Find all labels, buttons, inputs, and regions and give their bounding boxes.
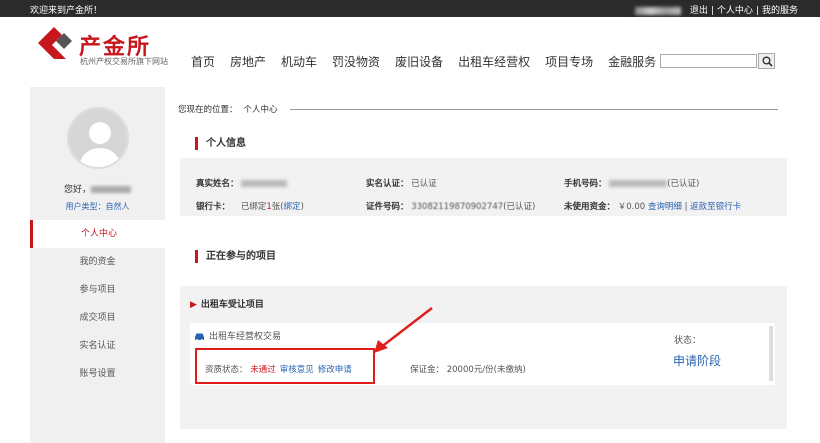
annotation-arrow-icon [374,307,433,353]
sidebar-item-account-settings[interactable]: 账号设置 [30,360,165,388]
id-status: (已认证) [503,202,536,212]
breadcrumb-label: 您现在的位置： [178,105,238,115]
search-button[interactable] [758,53,775,69]
nav-item-special[interactable]: 项目专场 [545,53,593,70]
project-status-label: 状态： [674,336,702,346]
bankcard-prefix: 已绑定 [240,202,267,212]
project-name[interactable]: 出租车经营权交易 [209,332,281,342]
bankcard-label: 银行卡： [196,202,231,212]
funds-label: 未使用资金： [564,202,616,212]
highlight-box [195,348,375,384]
phone-label: 手机号码： [564,179,607,189]
funds-sep: | [684,202,688,212]
project-group-title: ▶ 出租车受让项目 [190,297,264,310]
user-avatar-icon [69,109,127,167]
bankcard-row: 银行卡： 已绑定1张(绑定) [196,200,304,212]
breadcrumb-current: 个人中心 [243,105,278,115]
project-name-row: 出租车经营权交易 [194,329,281,342]
welcome-text: 欢迎来到产金所！ [30,6,103,16]
username-blurred [91,186,131,193]
realname-auth-row: 实名认证： 已认证 [366,177,437,189]
phone-row: 手机号码： (已认证) [564,177,699,189]
funds-detail-link[interactable]: 查询明细 [648,202,682,212]
nav-item-finance[interactable]: 金融服务 [608,53,656,70]
breadcrumb-divider [290,109,778,110]
id-row: 证件号码： 33082119870902747(已认证) [366,200,535,212]
id-number: 33082119870902747 [411,202,504,212]
real-name-value-blurred [241,180,288,187]
real-name-row: 真实姓名： [196,177,288,189]
project-group-title-text: 出租车受让项目 [200,300,264,310]
deposit-value: 20000元/份(未缴纳) [446,365,526,375]
phone-status: (已认证) [667,179,700,189]
avatar [67,107,129,169]
sidebar-item-completed-projects[interactable]: 成交项目 [30,304,165,332]
nav-item-real-estate[interactable]: 房地产 [230,53,266,70]
greeting-prefix: 您好， [63,185,91,195]
username-blurred [634,6,681,15]
logout-link[interactable]: 退出 [690,6,708,16]
nav-item-home[interactable]: 首页 [191,53,215,70]
deposit-row: 保证金： 20000元/份(未缴纳) [410,363,526,375]
car-icon [195,333,204,341]
sidebar-item-my-funds[interactable]: 我的资金 [30,248,165,276]
sidebar: 您好， 用户类型：自然人 个人中心 我的资金 参与项目 成交项目 实名认证 账号… [30,87,165,443]
brand-subtitle: 杭州产权交易所旗下网站 [80,57,168,66]
realname-auth-label: 实名认证： [366,179,409,189]
sidebar-item-personal-center[interactable]: 个人中心 [30,220,165,248]
bankcard-suffix: 张( [271,202,284,212]
funds-value: ￥0.00 [617,202,646,212]
personal-center-link[interactable]: 个人中心 [717,6,753,16]
top-links: 退出 | 个人中心 | 我的服务 [634,3,798,16]
nav-item-equipment[interactable]: 废旧设备 [395,53,443,70]
deposit-label: 保证金： [410,365,445,375]
user-type-label: 用户类型： [65,202,106,211]
realname-auth-value: 已认证 [411,179,437,189]
logo-icon[interactable] [34,25,74,61]
nav-item-taxi-rights[interactable]: 出租车经营权 [458,53,530,70]
top-bar: 欢迎来到产金所！ 退出 | 个人中心 | 我的服务 [0,0,820,17]
group-marker-icon: ▶ [190,300,197,310]
project-status-value: 申请阶段 [673,354,722,368]
nav-item-confiscated[interactable]: 罚没物资 [332,53,380,70]
sidebar-menu: 个人中心 我的资金 参与项目 成交项目 实名认证 账号设置 [30,220,165,388]
main-nav: 首页 房地产 机动车 罚没物资 废旧设备 出租车经营权 项目专场 金融服务 [191,53,671,70]
search-icon [762,56,773,67]
funds-row: 未使用资金： ￥0.00 查询明细 | 返款至银行卡 [564,200,741,212]
nav-item-vehicles[interactable]: 机动车 [281,53,317,70]
breadcrumb: 您现在的位置： 个人中心 [178,103,278,115]
greeting: 您好， [30,182,165,195]
sidebar-item-participating-projects[interactable]: 参与项目 [30,276,165,304]
phone-value-blurred [609,180,668,187]
search-input[interactable] [660,54,757,68]
card-scrollbar[interactable] [769,326,773,381]
bankcard-close: ) [300,202,304,212]
my-services-link[interactable]: 我的服务 [762,6,798,16]
projects-heading: 正在参与的项目 [195,250,276,263]
sidebar-item-identity-verification[interactable]: 实名认证 [30,332,165,360]
bind-card-link[interactable]: 绑定 [284,202,301,212]
id-label: 证件号码： [366,202,409,212]
real-name-label: 真实姓名： [196,179,239,189]
user-type-value: 自然人 [105,202,130,211]
refund-to-card-link[interactable]: 返款至银行卡 [690,202,741,212]
personal-info-heading: 个人信息 [195,137,246,150]
user-type: 用户类型：自然人 [30,201,165,212]
